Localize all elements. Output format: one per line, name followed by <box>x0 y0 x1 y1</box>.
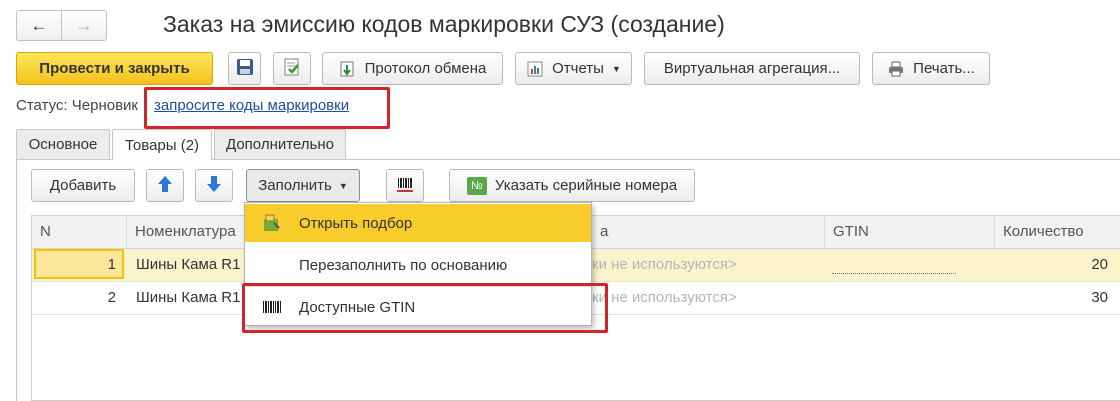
post-and-close-label: Провести и закрыть <box>39 60 190 77</box>
highlight-frame <box>242 283 608 333</box>
column-quantity[interactable]: Количество <box>994 216 1120 248</box>
selection-icon <box>245 213 299 233</box>
reports-label: Отчеты <box>552 60 604 77</box>
row-characteristic[interactable]: ки не используются> <box>592 282 822 314</box>
exchange-log-button[interactable]: Протокол обмена <box>322 52 503 85</box>
tab-additional[interactable]: Дополнительно <box>214 129 346 159</box>
highlight-frame <box>144 87 390 129</box>
virtual-aggregation-label: Виртуальная агрегация... <box>663 60 841 77</box>
specify-serials-button[interactable]: № Указать серийные номера <box>449 169 695 202</box>
post-and-close-button[interactable]: Провести и закрыть <box>16 52 213 85</box>
history-nav: ← → <box>16 10 107 41</box>
page-title: Заказ на эмиссию кодов маркировки СУЗ (с… <box>163 11 725 37</box>
forward-button[interactable]: → <box>61 11 106 40</box>
menu-item-open-selection[interactable]: Открыть подбор <box>245 204 591 242</box>
number-sign-icon: № <box>466 176 487 195</box>
chevron-down-icon: ▼ <box>338 180 348 191</box>
post-document-button[interactable] <box>273 52 311 85</box>
menu-item-label: Открыть подбор <box>299 214 413 232</box>
print-button[interactable]: Печать... <box>872 52 990 85</box>
virtual-aggregation-button[interactable]: Виртуальная агрегация... <box>644 52 860 85</box>
menu-item-label: Перезаполнить по основанию <box>299 256 508 274</box>
fill-dropdown-button[interactable]: Заполнить ▼ <box>246 169 360 202</box>
row-number[interactable]: 2 <box>34 282 124 314</box>
row-number[interactable]: 1 <box>34 249 124 279</box>
print-label: Печать... <box>913 60 975 77</box>
exchange-log-icon <box>339 60 357 78</box>
tab-main[interactable]: Основное <box>16 129 110 159</box>
status-label: Статус: <box>16 97 68 114</box>
fill-label: Заполнить <box>258 177 332 194</box>
row-gtin-empty[interactable] <box>832 273 956 274</box>
add-label: Добавить <box>49 177 117 194</box>
add-button[interactable]: Добавить <box>31 169 135 202</box>
column-n[interactable]: N <box>32 216 126 248</box>
row-quantity[interactable]: 20 <box>994 249 1108 281</box>
barcode-scan-icon <box>395 175 415 197</box>
back-button[interactable]: ← <box>17 11 61 40</box>
column-gtin[interactable]: GTIN <box>824 216 994 248</box>
save-button[interactable] <box>228 52 261 85</box>
chevron-down-icon: ▼ <box>611 63 621 74</box>
reports-button[interactable]: Отчеты ▼ <box>515 52 632 85</box>
barcode-scan-button[interactable] <box>386 169 424 202</box>
menu-item-refill-by-basis[interactable]: Перезаполнить по основанию <box>245 246 591 284</box>
arrow-up-icon <box>157 175 173 197</box>
save-icon <box>236 58 254 80</box>
specify-serials-label: Указать серийные номера <box>494 177 678 194</box>
row-characteristic[interactable]: ки не используются> <box>592 249 822 281</box>
post-document-icon <box>282 57 302 81</box>
row-nomenclature[interactable]: Шины Кама R1 <box>136 282 246 314</box>
arrow-down-icon <box>206 175 222 197</box>
exchange-log-label: Протокол обмена <box>364 60 487 77</box>
row-quantity[interactable]: 30 <box>994 282 1108 314</box>
move-up-button[interactable] <box>146 169 184 202</box>
move-down-button[interactable] <box>195 169 233 202</box>
reports-icon <box>526 60 544 78</box>
column-characteristic[interactable]: а <box>592 216 822 248</box>
status-line: Статус: Черновик <box>16 97 138 114</box>
status-value: Черновик <box>71 97 138 114</box>
printer-icon <box>887 60 905 78</box>
tab-goods[interactable]: Товары (2) <box>112 129 212 160</box>
row-nomenclature[interactable]: Шины Кама R1 <box>136 249 246 281</box>
